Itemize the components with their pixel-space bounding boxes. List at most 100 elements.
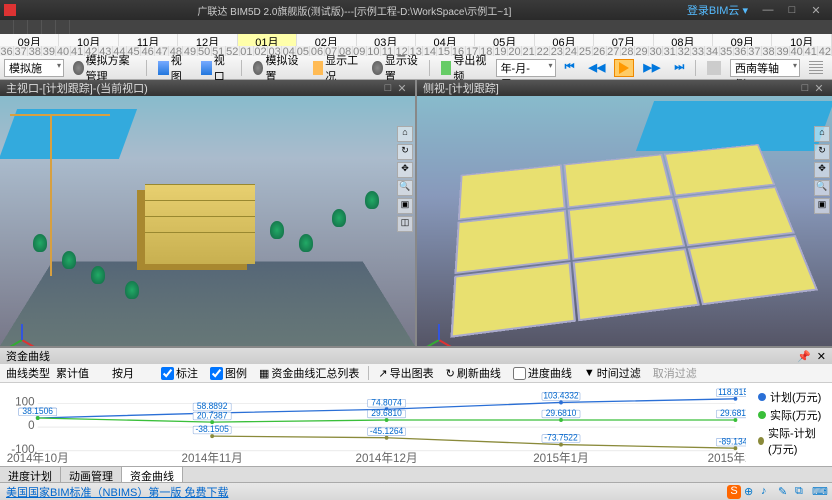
timeline-week[interactable]: 38 — [762, 46, 776, 56]
forward-button[interactable]: ⏭ — [669, 59, 689, 77]
timeline-week[interactable]: 31 — [663, 46, 677, 56]
viewport-3d-canvas[interactable]: ⌂ ↻ ✥ 🔍 ▣ — [417, 96, 832, 346]
timeline-week[interactable]: 33 — [691, 46, 705, 56]
cloud-login-button[interactable]: 登录BIM云 ▾ — [687, 2, 748, 18]
status-globe-icon[interactable]: ⊕ — [744, 485, 758, 499]
play-button[interactable] — [614, 59, 634, 77]
grid-button[interactable] — [804, 59, 828, 77]
annotate-toggle[interactable]: 标注 — [158, 364, 201, 382]
timeline-month[interactable]: 12月 — [178, 34, 237, 46]
timeline-week[interactable]: 36 — [0, 46, 14, 56]
nav-section-button[interactable]: ◫ — [397, 216, 413, 232]
timeline-week[interactable]: 24 — [564, 46, 578, 56]
sim-settings-button[interactable]: 模拟设置 — [248, 59, 304, 77]
progress-curve-button[interactable]: 进度曲线 — [510, 364, 575, 382]
display-labor-button[interactable]: 显示工况 — [308, 59, 364, 77]
timeline-week[interactable]: 29 — [635, 46, 649, 56]
quick-btn[interactable] — [42, 20, 56, 34]
timeline-week[interactable]: 50 — [198, 46, 212, 56]
quick-btn[interactable] — [0, 20, 14, 34]
timeline-week[interactable]: 28 — [621, 46, 635, 56]
step-fwd-button[interactable]: ▶▶ — [638, 59, 665, 77]
date-unit-combo[interactable]: 年-月-周 — [496, 59, 556, 77]
summary-button[interactable]: ▦资金曲线汇总列表 — [256, 364, 362, 382]
panel-close-button[interactable]: ✕ — [817, 350, 826, 363]
chart-type-combo[interactable]: 累计值 — [56, 365, 106, 381]
nav-zoom-button[interactable]: 🔍 — [397, 180, 413, 196]
rewind-button[interactable]: ⏮ — [560, 59, 580, 77]
cancel-filter-button[interactable]: 取消过滤 — [650, 364, 700, 382]
timeline-week[interactable]: 38 — [28, 46, 42, 56]
timeline-week[interactable]: 26 — [593, 46, 607, 56]
quick-btn[interactable] — [14, 20, 28, 34]
timeline-month[interactable]: 08月 — [654, 34, 713, 46]
nav-fit-button[interactable]: ▣ — [814, 198, 830, 214]
timeline-week[interactable]: 22 — [536, 46, 550, 56]
legend-toggle[interactable]: 图例 — [207, 364, 250, 382]
zoom-extents-button[interactable] — [702, 59, 726, 77]
status-s-icon[interactable]: S — [727, 485, 741, 499]
legend-item-plan[interactable]: 计划(万元) — [758, 389, 826, 405]
timeline-month[interactable]: 04月 — [416, 34, 475, 46]
quick-btn[interactable] — [28, 20, 42, 34]
tab-0[interactable]: 进度计划 — [0, 467, 61, 482]
timeline-week[interactable]: 19 — [494, 46, 508, 56]
timeline-week[interactable]: 14 — [423, 46, 437, 56]
timeline-week[interactable]: 39 — [42, 46, 56, 56]
timeline-month[interactable]: 06月 — [535, 34, 594, 46]
view-sub-button[interactable]: 视口 — [196, 59, 235, 77]
nav-pan-button[interactable]: ✥ — [814, 162, 830, 178]
timeline-week[interactable]: 41 — [71, 46, 85, 56]
timeline-month[interactable]: 10月 — [772, 34, 831, 46]
timeline-week[interactable]: 47 — [155, 46, 169, 56]
status-keyboard-icon[interactable]: ⌨ — [812, 485, 826, 499]
nav-home-button[interactable]: ⌂ — [397, 126, 413, 142]
status-tool-icon[interactable]: ♪ — [761, 485, 775, 499]
timeline-week[interactable]: 46 — [141, 46, 155, 56]
timeline-week[interactable]: 10 — [367, 46, 381, 56]
timeline-week[interactable]: 25 — [578, 46, 592, 56]
timeline-month[interactable]: 11月 — [119, 34, 178, 46]
viewport-max-button[interactable]: □ — [798, 82, 812, 94]
progress-checkbox[interactable] — [513, 367, 526, 380]
timeline-week[interactable]: 42 — [818, 46, 832, 56]
status-settings-icon[interactable]: ✎ — [778, 485, 792, 499]
tab-1[interactable]: 动画管理 — [61, 467, 122, 482]
timeline-month[interactable]: 01月 — [238, 34, 297, 46]
timeline-month[interactable]: 09月 — [0, 34, 59, 46]
timeline-week[interactable]: 30 — [649, 46, 663, 56]
nav-zoom-button[interactable]: 🔍 — [814, 180, 830, 196]
timeline-week[interactable]: 37 — [748, 46, 762, 56]
legend-item-diff[interactable]: 实际-计划(万元) — [758, 425, 826, 457]
view-main-button[interactable]: 视图 — [153, 59, 192, 77]
timeline-week[interactable]: 20 — [508, 46, 522, 56]
step-back-button[interactable]: ◀◀ — [583, 59, 610, 77]
timeline-week[interactable]: 39 — [776, 46, 790, 56]
nav-orbit-button[interactable]: ↻ — [397, 144, 413, 160]
viewport-max-button[interactable]: □ — [381, 82, 395, 94]
nav-pan-button[interactable]: ✥ — [397, 162, 413, 178]
timeline-month[interactable]: 02月 — [297, 34, 356, 46]
timeline-week[interactable]: 40 — [790, 46, 804, 56]
nav-home-button[interactable]: ⌂ — [814, 126, 830, 142]
timeline-week[interactable]: 21 — [522, 46, 536, 56]
refresh-chart-button[interactable]: ↻刷新曲线 — [443, 364, 504, 382]
export-video-button[interactable]: 导出视频 — [436, 59, 492, 77]
view-angle-combo[interactable]: 西南等轴侧 — [730, 59, 800, 77]
display-settings-button[interactable]: 显示设置 — [367, 59, 423, 77]
timeline-week[interactable]: 40 — [56, 46, 70, 56]
chart-unit-combo[interactable]: 按月 — [112, 365, 152, 381]
nav-fit-button[interactable]: ▣ — [397, 198, 413, 214]
close-button[interactable]: ✕ — [804, 4, 828, 17]
timeline-week[interactable]: 34 — [705, 46, 719, 56]
timeline-month[interactable]: 03月 — [357, 34, 416, 46]
timeline-week[interactable]: 27 — [607, 46, 621, 56]
status-link[interactable]: 美国国家BIM标准（NBIMS）第一版 免费下载 — [6, 484, 228, 500]
timeline-month[interactable]: 10月 — [59, 34, 118, 46]
time-filter-button[interactable]: ▼时间过滤 — [581, 364, 644, 382]
minimize-button[interactable]: — — [756, 4, 780, 16]
viewport-close-button[interactable]: ✕ — [395, 82, 409, 95]
quick-btn[interactable] — [56, 20, 70, 34]
timeline-week[interactable]: 01 — [240, 46, 254, 56]
legend-item-actual[interactable]: 实际(万元) — [758, 407, 826, 423]
